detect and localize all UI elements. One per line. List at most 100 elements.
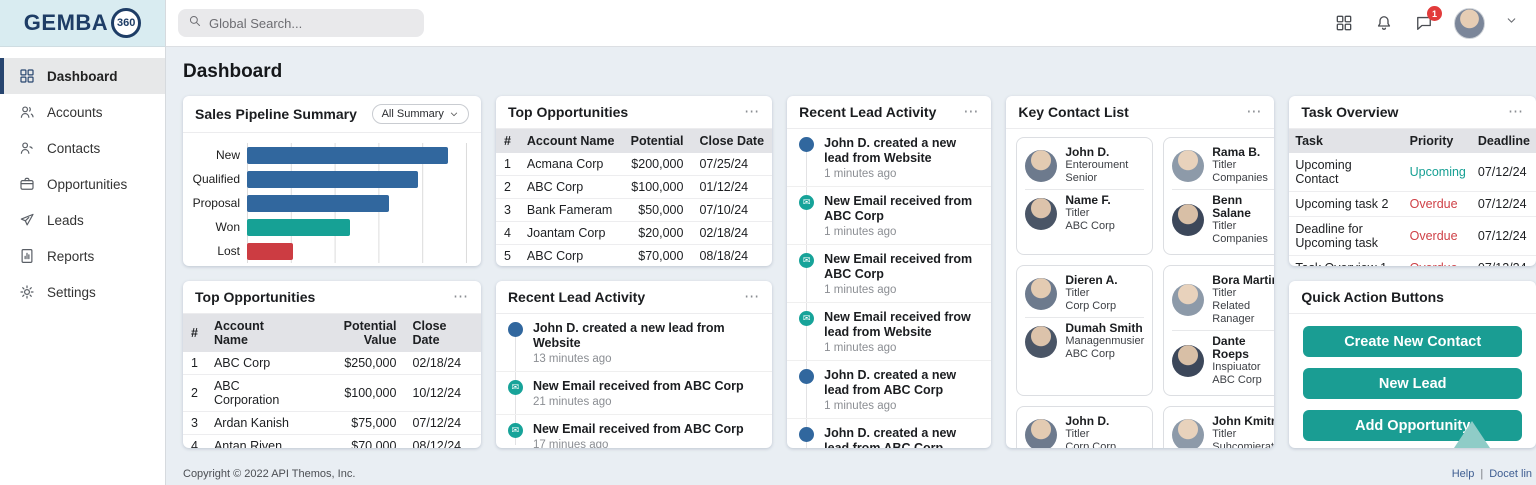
contact-avatar — [1025, 150, 1057, 182]
brand-name: GEMBA — [24, 10, 108, 36]
column-header: Potential — [623, 129, 692, 153]
task-priority: Upcoming — [1404, 153, 1472, 192]
footer-separator: | — [1480, 468, 1483, 480]
column-header: Close Date — [691, 129, 772, 153]
card-menu-icon[interactable]: ⋯ — [744, 107, 760, 117]
search-input[interactable] — [209, 16, 415, 31]
contact-title: Titler — [1065, 428, 1116, 441]
global-search[interactable] — [178, 9, 424, 37]
activity-text: New Email received from ABC Corp — [824, 252, 979, 282]
footer-link-help[interactable]: Help — [1452, 468, 1475, 480]
task-deadline: 07/12/24 — [1472, 153, 1536, 192]
lead-dot-icon — [799, 369, 814, 384]
card-menu-icon[interactable]: ⋯ — [963, 107, 979, 117]
table-row: Upcoming task 2Overdue07/12/24 — [1289, 192, 1536, 217]
activity-time: 21 minutes ago — [533, 396, 744, 408]
card-title: Recent Lead Activity — [799, 104, 936, 120]
contact-name: Dante Roeps — [1212, 335, 1274, 361]
lead-dot-icon — [508, 322, 523, 337]
activity-text: John D. created a new lead from ABC Corp — [824, 426, 979, 448]
activity-item: ✉New Email received from ABC Corp17 minu… — [496, 415, 772, 448]
lead-dot-icon — [799, 137, 814, 152]
contact-item[interactable]: Name F.TitlerABC Corp — [1025, 189, 1144, 237]
contact-item[interactable]: John D.TitlerCorp Corp — [1025, 411, 1144, 448]
chevron-down-icon — [449, 109, 459, 119]
contact-item[interactable]: Dumah SmithManagenmusierABC Corp — [1025, 317, 1144, 365]
contact-item[interactable]: John D.EnteroumentSenior — [1025, 142, 1144, 189]
contact-item[interactable]: Bora MartinTitlerRelated Ranager — [1172, 270, 1274, 330]
contact-title: Inspiuator — [1212, 361, 1274, 374]
brand-logo[interactable]: GEMBA 360 — [0, 0, 165, 47]
chart-category-label: Won — [191, 215, 247, 239]
card-top-opportunities-1: Top Opportunities ⋯ #Account NamePotenti… — [496, 96, 772, 266]
chevron-down-icon[interactable] — [1505, 14, 1518, 32]
footer: Copyright © 2022 API Themos, Inc. Help|D… — [183, 468, 1536, 480]
apps-grid-icon[interactable] — [1334, 13, 1354, 33]
activity-text: New Email received frow lead from Websit… — [824, 310, 979, 340]
footer-link-docet-lin[interactable]: Docet lin — [1489, 468, 1532, 480]
contact-item[interactable]: Dieren A.TitlerCorp Corp — [1025, 270, 1144, 317]
card-recent-lead-activity-1: Recent Lead Activity ⋯ John D. created a… — [787, 96, 991, 448]
sidebar-item-opportunities[interactable]: Opportunities — [0, 166, 165, 202]
task-name: Upcoming Contact — [1289, 153, 1403, 192]
bell-icon[interactable] — [1374, 13, 1394, 33]
sidebar-item-label: Dashboard — [47, 69, 118, 84]
task-priority: Overdue — [1404, 256, 1472, 267]
activity-text: John D. created a new lead from Website — [533, 321, 760, 351]
activity-text: John D. created a new lead from ABC Corp — [824, 368, 979, 398]
contact-item[interactable]: Rama B.TitlerCompanies — [1172, 142, 1274, 189]
chat-icon[interactable]: 1 — [1414, 13, 1434, 33]
chart-category-label: Proposal — [191, 191, 247, 215]
task-deadline: 07/12/24 — [1472, 192, 1536, 217]
contact-name: John D. — [1065, 146, 1128, 159]
email-icon: ✉ — [799, 195, 814, 210]
sidebar-item-reports[interactable]: Reports — [0, 238, 165, 274]
opportunities-table: #Account NamePotentialClose Date1Acmana … — [496, 129, 772, 266]
contact-company: Companies — [1212, 172, 1268, 185]
chart-category-label: Qualified — [191, 167, 247, 191]
card-menu-icon[interactable]: ⋯ — [1246, 107, 1262, 117]
sidebar-item-leads[interactable]: Leads — [0, 202, 165, 238]
card-quick-actions: Quick Action Buttons Create New ContactN… — [1289, 281, 1536, 448]
send-icon — [18, 211, 36, 229]
contact-group: John KmitnTitlerSuhcomieratorDanna Kheis… — [1163, 406, 1274, 448]
sidebar-item-accounts[interactable]: Accounts — [0, 94, 165, 130]
sidebar-item-dashboard[interactable]: Dashboard — [0, 58, 165, 94]
pipeline-filter-dropdown[interactable]: All Summary — [372, 104, 469, 124]
sidebar-item-contacts[interactable]: Contacts — [0, 130, 165, 166]
user-avatar[interactable] — [1454, 8, 1485, 39]
sidebar-item-settings[interactable]: Settings — [0, 274, 165, 310]
contact-avatar — [1025, 326, 1057, 358]
report-chart-icon — [18, 247, 36, 265]
contact-item[interactable]: John KmitnTitlerSuhcomierator — [1172, 411, 1274, 448]
contacts-users-icon — [18, 139, 36, 157]
contact-name: Dumah Smith — [1065, 322, 1144, 335]
contact-avatar — [1172, 284, 1204, 316]
create-new-contact-button[interactable]: Create New Contact — [1303, 326, 1522, 357]
email-icon: ✉ — [508, 423, 523, 438]
contact-company: Corp Corp — [1065, 300, 1117, 313]
task-priority: Overdue — [1404, 192, 1472, 217]
contact-name: Name F. — [1065, 194, 1115, 207]
table-row: 5ABC Corp$70,00008/18/24 — [496, 245, 772, 267]
card-menu-icon[interactable]: ⋯ — [453, 292, 469, 302]
decorative-arrow — [1448, 421, 1496, 448]
card-sales-pipeline: Sales Pipeline Summary All Summary NewQu… — [183, 96, 481, 266]
contact-company: ABC Corp — [1065, 220, 1115, 233]
contact-item[interactable]: Benn SalaneTitlerCompanies — [1172, 189, 1274, 250]
card-menu-icon[interactable]: ⋯ — [744, 292, 760, 302]
chart-bar-new — [247, 147, 448, 164]
card-title: Top Opportunities — [195, 289, 315, 305]
card-menu-icon[interactable]: ⋯ — [1508, 107, 1524, 117]
new-lead-button[interactable]: New Lead — [1303, 368, 1522, 399]
contact-company: ABC Corp — [1065, 348, 1144, 361]
card-title: Key Contact List — [1018, 104, 1128, 120]
chart-category-label: New — [191, 143, 247, 167]
sidebar-item-label: Accounts — [47, 105, 103, 120]
chart-bar-won — [247, 219, 350, 236]
sidebar-item-label: Opportunities — [47, 177, 127, 192]
page-title: Dashboard — [183, 61, 1536, 83]
contact-item[interactable]: Dante RoepsInspiuatorABC Corp — [1172, 330, 1274, 391]
contact-company: Companies — [1212, 233, 1274, 246]
card-key-contact-list: Key Contact List ⋯ John D.EnteroumentSen… — [1006, 96, 1274, 448]
